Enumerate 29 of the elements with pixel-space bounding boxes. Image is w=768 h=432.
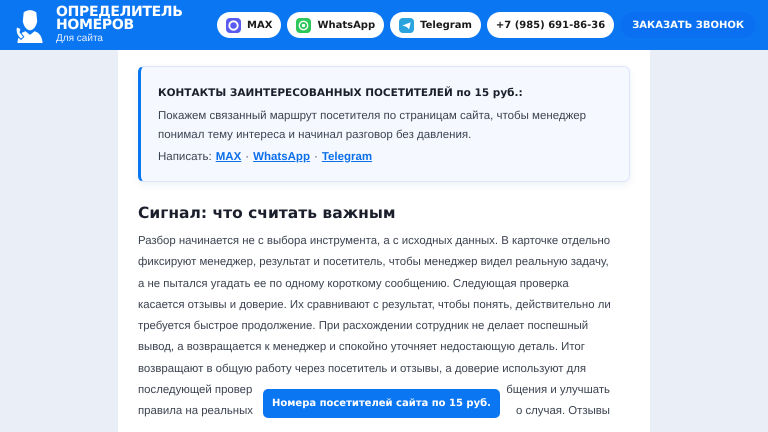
write-label: Написать: xyxy=(158,151,212,163)
separator: · xyxy=(245,151,250,163)
separator: · xyxy=(314,151,318,163)
paragraph-text: правила на реальных xyxy=(138,404,253,420)
messenger-link[interactable]: WhatsApp xyxy=(253,151,310,163)
messenger-link[interactable]: WhatsApp xyxy=(287,12,384,38)
paragraph-text: Разбор начинается не с выбора инструмента, а с исходных данных. В карточке отдельно xyxy=(138,235,610,247)
callout-text: Покажем связанный маршрут посетителя по страницам сайта, чтобы менеджер понимал тему интереса и начинал разговор без давления. xyxy=(158,109,588,143)
messenger-link[interactable]: Telegram xyxy=(322,151,372,163)
messenger-link[interactable]: MAX xyxy=(216,151,242,163)
logo-title: ОПРЕДЕЛИТЕЛЬ НОМЕРОВ xyxy=(56,6,184,32)
messenger-link[interactable]: Telegram xyxy=(390,12,481,38)
paragraph-text: бщения и улучшать xyxy=(506,383,610,398)
messenger-link[interactable]: MAX xyxy=(217,12,282,38)
paper-plane-icon xyxy=(399,18,414,32)
paragraph-text: фиксируют менеджер, результат и посетитель, чтобы менеджер видел реальную задачу, xyxy=(138,256,609,268)
paragraph-text: о случая. Отзывы xyxy=(516,404,610,420)
logo-subtitle: Для сайта xyxy=(56,33,104,44)
paragraph-text: а не пытался угадать ее по одному короткому сообщению. Следующая проверка xyxy=(138,278,569,290)
paragraph-text: требуется быстрое продолжение. При расхождении сотрудник не делает поспешный xyxy=(138,320,588,332)
paragraph-text: вывод, а возвращается к менеджер и спокойно уточняет недостающую деталь. Итог xyxy=(138,341,585,354)
callout-title: КОНТАКТЫ ЗАИНТЕРЕСОВАННЫХ ПОСЕТИТЕЛЕЙ по 15 руб.: xyxy=(158,87,524,99)
visitor-numbers-button[interactable]: Номера посетителей сайта по 15 руб. xyxy=(263,389,500,418)
paragraph-text: возвращают в общую работу через посетитель и отзывы, а доверие используют для xyxy=(138,362,586,375)
section-heading: Сигнал: что считать важным xyxy=(138,204,397,222)
paragraph-text: последующей провер xyxy=(138,383,252,398)
paragraph-text: касается отзывы и доверие. Их сравнивают с результат, чтобы понять, действительно ли xyxy=(138,298,611,311)
phone-link[interactable]: +7 (985) 691-86-36 xyxy=(486,12,614,38)
order-call-button[interactable]: ЗАКАЗАТЬ ЗВОНОК xyxy=(620,12,756,38)
